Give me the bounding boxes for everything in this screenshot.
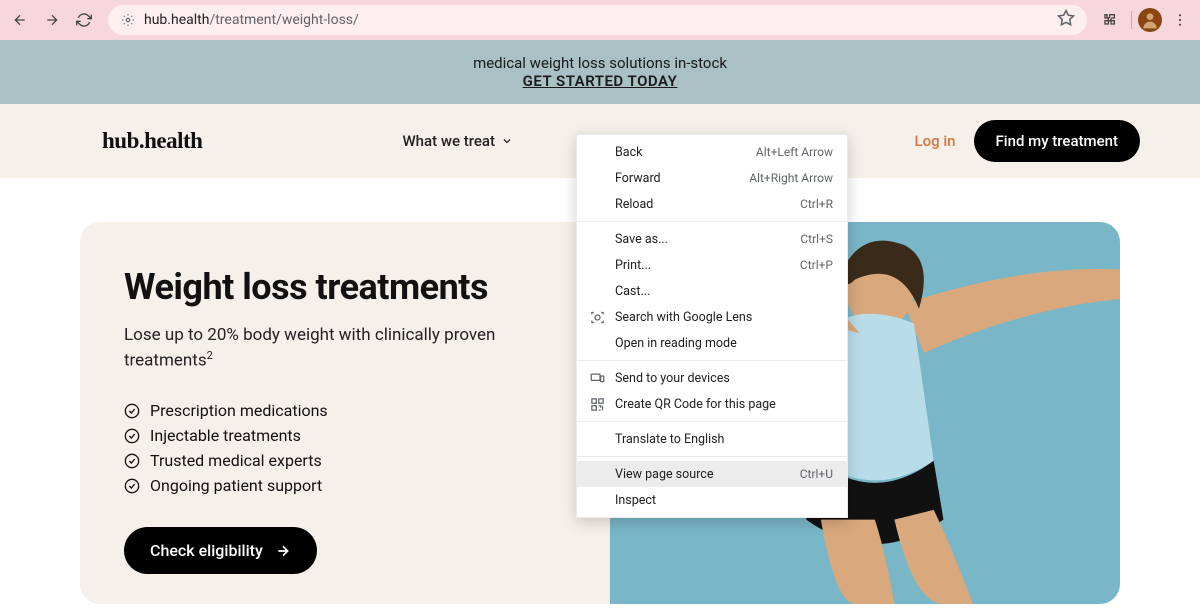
context-menu-label: Print... xyxy=(615,258,800,273)
list-item: Trusted medical experts xyxy=(124,451,566,470)
checklist-label: Trusted medical experts xyxy=(150,451,322,470)
puzzle-icon xyxy=(1103,12,1119,28)
context-menu-item-reload[interactable]: ReloadCtrl+R xyxy=(577,191,847,217)
context-menu-item-save-as[interactable]: Save as...Ctrl+S xyxy=(577,226,847,252)
cta-label: Check eligibility xyxy=(150,541,263,560)
login-link[interactable]: Log in xyxy=(915,132,956,150)
forward-button[interactable] xyxy=(38,6,66,34)
hero-subtitle-sup: 2 xyxy=(207,349,213,362)
browser-toolbar: hub.health/treatment/weight-loss/ xyxy=(0,0,1200,40)
url-path: /treatment/weight-loss/ xyxy=(209,12,358,28)
context-menu-label: Create QR Code for this page xyxy=(615,397,833,412)
list-item: Ongoing patient support xyxy=(124,476,566,495)
context-menu-label: Inspect xyxy=(615,493,833,508)
context-menu-shortcut: Alt+Left Arrow xyxy=(756,145,833,159)
check-circle-icon xyxy=(124,453,140,469)
chrome-menu-button[interactable] xyxy=(1166,6,1194,34)
context-menu-item-forward[interactable]: ForwardAlt+Right Arrow xyxy=(577,165,847,191)
back-button[interactable] xyxy=(6,6,34,34)
context-menu-divider xyxy=(577,221,847,222)
context-menu-item-open-in-reading-mode[interactable]: Open in reading mode xyxy=(577,330,847,356)
promo-text: medical weight loss solutions in-stock xyxy=(0,54,1200,72)
avatar-icon xyxy=(1140,10,1160,30)
list-item: Prescription medications xyxy=(124,401,566,420)
extensions-button[interactable] xyxy=(1097,6,1125,34)
context-menu-label: View page source xyxy=(615,467,800,482)
context-menu: BackAlt+Left ArrowForwardAlt+Right Arrow… xyxy=(576,134,848,518)
hero-checklist: Prescription medications Injectable trea… xyxy=(124,401,566,495)
site-settings-icon[interactable] xyxy=(120,12,136,28)
context-menu-label: Translate to English xyxy=(615,432,833,447)
nav-item-label: What we treat xyxy=(402,132,495,150)
context-menu-shortcut: Ctrl+S xyxy=(800,232,833,246)
context-menu-item-send-to-your-devices[interactable]: Send to your devices xyxy=(577,365,847,391)
context-menu-item-view-page-source[interactable]: View page sourceCtrl+U xyxy=(577,461,847,487)
devices-icon xyxy=(589,370,605,386)
context-menu-divider xyxy=(577,421,847,422)
context-menu-item-inspect[interactable]: Inspect xyxy=(577,487,847,513)
chevron-down-icon xyxy=(501,135,513,147)
hero-subtitle: Lose up to 20% body weight with clinical… xyxy=(124,324,566,373)
hero-subtitle-text: Lose up to 20% body weight with clinical… xyxy=(124,325,495,370)
context-menu-item-search-with-google-lens[interactable]: Search with Google Lens xyxy=(577,304,847,330)
context-menu-item-translate-to-english[interactable]: Translate to English xyxy=(577,426,847,452)
url-host: hub.health xyxy=(144,12,209,28)
context-menu-shortcut: Alt+Right Arrow xyxy=(749,171,833,185)
check-circle-icon xyxy=(124,428,140,444)
context-menu-divider xyxy=(577,360,847,361)
arrow-right-icon xyxy=(275,543,291,559)
arrow-right-icon xyxy=(44,12,60,28)
qr-icon xyxy=(589,396,605,412)
bookmark-icon[interactable] xyxy=(1057,9,1075,31)
reload-button[interactable] xyxy=(70,6,98,34)
nav-what-we-treat[interactable]: What we treat xyxy=(402,132,513,150)
context-menu-label: Back xyxy=(615,145,756,160)
profile-avatar[interactable] xyxy=(1138,8,1162,32)
context-menu-divider xyxy=(577,456,847,457)
site-logo[interactable]: hub.health xyxy=(102,128,202,154)
checklist-label: Ongoing patient support xyxy=(150,476,322,495)
context-menu-shortcut: Ctrl+P xyxy=(800,258,833,272)
context-menu-item-cast[interactable]: Cast... xyxy=(577,278,847,304)
context-menu-label: Cast... xyxy=(615,284,833,299)
context-menu-item-create-qr-code-for-this-page[interactable]: Create QR Code for this page xyxy=(577,391,847,417)
lens-icon xyxy=(589,309,605,325)
context-menu-item-back[interactable]: BackAlt+Left Arrow xyxy=(577,139,847,165)
promo-banner: medical weight loss solutions in-stock G… xyxy=(0,40,1200,104)
address-bar[interactable]: hub.health/treatment/weight-loss/ xyxy=(108,5,1087,35)
list-item: Injectable treatments xyxy=(124,426,566,445)
context-menu-label: Send to your devices xyxy=(615,371,833,386)
check-circle-icon xyxy=(124,478,140,494)
context-menu-shortcut: Ctrl+U xyxy=(800,467,833,481)
context-menu-item-print[interactable]: Print...Ctrl+P xyxy=(577,252,847,278)
context-menu-label: Save as... xyxy=(615,232,800,247)
hero-title: Weight loss treatments xyxy=(124,266,566,308)
check-circle-icon xyxy=(124,403,140,419)
dots-vertical-icon xyxy=(1172,12,1188,28)
find-treatment-button[interactable]: Find my treatment xyxy=(974,120,1140,162)
context-menu-label: Search with Google Lens xyxy=(615,310,833,325)
checklist-label: Prescription medications xyxy=(150,401,328,420)
reload-icon xyxy=(76,12,92,28)
context-menu-label: Open in reading mode xyxy=(615,336,833,351)
check-eligibility-button[interactable]: Check eligibility xyxy=(124,527,317,574)
url-text: hub.health/treatment/weight-loss/ xyxy=(144,12,1049,28)
context-menu-label: Forward xyxy=(615,171,749,186)
context-menu-shortcut: Ctrl+R xyxy=(800,197,833,211)
context-menu-label: Reload xyxy=(615,197,800,212)
divider xyxy=(1131,11,1132,29)
checklist-label: Injectable treatments xyxy=(150,426,301,445)
arrow-left-icon xyxy=(12,12,28,28)
promo-cta-link[interactable]: GET STARTED TODAY xyxy=(0,72,1200,90)
hero-card: Weight loss treatments Lose up to 20% bo… xyxy=(80,222,610,604)
